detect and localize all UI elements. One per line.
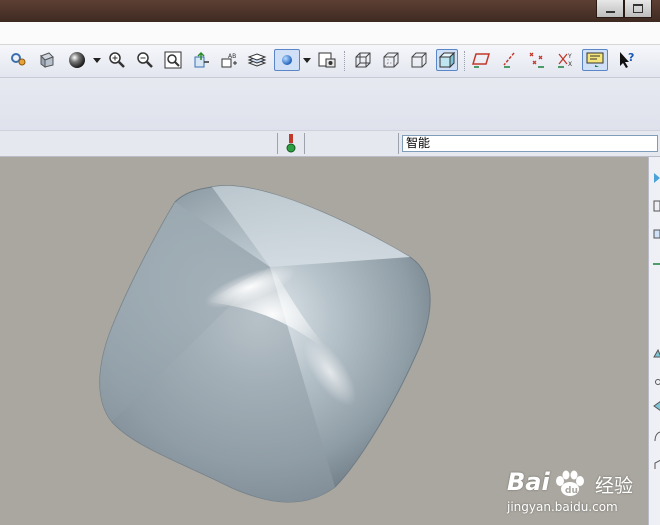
- appearance-button[interactable]: [274, 49, 300, 71]
- view-manager-icon: [318, 52, 336, 68]
- watermark-url: jingyan.baidu.com: [507, 500, 618, 514]
- saved-views-button[interactable]: AB: [218, 49, 240, 71]
- repaint-icon: [40, 52, 54, 68]
- minimize-button[interactable]: [596, 0, 624, 18]
- saved-views-icon: AB: [221, 53, 237, 68]
- sketch-tool-icon[interactable]: [652, 171, 660, 185]
- datum-axes-icon: [503, 52, 515, 68]
- coordinate-systems-icon: YX: [558, 53, 572, 68]
- watermark-jingyan-text: 经验: [595, 475, 634, 497]
- reorient-icon: [194, 51, 209, 68]
- datum-tool-icon[interactable]: [652, 199, 660, 213]
- view-manager-button[interactable]: [316, 49, 338, 71]
- annotations-button[interactable]: [582, 49, 608, 71]
- datum-points-icon: [529, 52, 544, 68]
- toolbar-separator: [344, 51, 346, 71]
- revolve-tool-icon[interactable]: [652, 347, 660, 361]
- coordinate-systems-button[interactable]: YX: [554, 49, 576, 71]
- toolbar-separator: [464, 51, 466, 71]
- menu-bar: [0, 22, 660, 45]
- zoom-in-button[interactable]: [106, 49, 128, 71]
- status-divider: [398, 133, 399, 154]
- context-help-button[interactable]: ?: [616, 49, 638, 71]
- appearance-icon: [282, 55, 292, 65]
- datum-planes-icon: [471, 53, 491, 68]
- maximize-button[interactable]: [624, 0, 652, 18]
- svg-text:du: du: [565, 486, 578, 496]
- main-toolbar: AB YX ?: [0, 45, 660, 78]
- status-divider: [304, 133, 305, 154]
- ribbon-area: [0, 78, 660, 131]
- refit-icon: [164, 51, 182, 69]
- shaded-cube-icon: [438, 51, 456, 69]
- zoom-out-button[interactable]: [134, 49, 156, 71]
- axis-tool-icon[interactable]: [652, 257, 660, 271]
- status-bar: 智能: [0, 131, 660, 157]
- layers-button[interactable]: [246, 49, 268, 71]
- hidden-line-button[interactable]: [380, 49, 402, 71]
- baidu-paw-icon: du: [556, 470, 584, 496]
- svg-text:Y: Y: [567, 53, 572, 60]
- window-controls: [596, 0, 652, 18]
- datum-points-button[interactable]: [526, 49, 548, 71]
- datum-planes-button[interactable]: [470, 49, 492, 71]
- wireframe-icon: [355, 52, 371, 68]
- regenerate-icon: [11, 53, 26, 66]
- layers-icon: [247, 53, 267, 67]
- regenerate-button[interactable]: [8, 49, 30, 71]
- extrude-tool-icon[interactable]: [652, 227, 660, 241]
- sweep-tool-icon[interactable]: [652, 399, 660, 413]
- annotations-icon: [586, 52, 604, 67]
- shading-sphere-icon: [69, 52, 85, 68]
- window-titlebar: [0, 0, 660, 22]
- no-hidden-button[interactable]: [408, 49, 430, 71]
- context-help-icon: ?: [620, 51, 634, 68]
- zoom-in-icon: [109, 52, 125, 68]
- refit-button[interactable]: [162, 49, 184, 71]
- round-tool-icon[interactable]: [652, 429, 660, 443]
- shading-button[interactable]: [66, 49, 88, 71]
- no-hidden-icon: [411, 52, 427, 68]
- regeneration-status-icon: [286, 134, 296, 153]
- chamfer-tool-icon[interactable]: [652, 457, 660, 471]
- wireframe-button[interactable]: [352, 49, 374, 71]
- selection-filter-value: 智能: [406, 136, 431, 150]
- reorient-button[interactable]: [190, 49, 212, 71]
- zoom-out-icon: [137, 52, 153, 68]
- point-tool-icon[interactable]: [652, 375, 660, 389]
- shading-dropdown-arrow[interactable]: [93, 58, 101, 63]
- appearance-dropdown-arrow[interactable]: [303, 58, 311, 63]
- datum-axes-button[interactable]: [498, 49, 520, 71]
- hidden-line-icon: [383, 52, 399, 68]
- selection-filter-dropdown[interactable]: 智能: [402, 135, 658, 152]
- baidu-jingyan-watermark: Bai du 经验 jingyan.baidu.com: [503, 468, 643, 518]
- repaint-button[interactable]: [36, 49, 58, 71]
- shaded-button[interactable]: [436, 49, 458, 71]
- svg-text:?: ?: [628, 51, 634, 64]
- right-side-toolbar: [648, 157, 660, 525]
- watermark-brand: Bai: [507, 468, 550, 496]
- status-divider: [277, 133, 278, 154]
- svg-text:X: X: [568, 61, 572, 68]
